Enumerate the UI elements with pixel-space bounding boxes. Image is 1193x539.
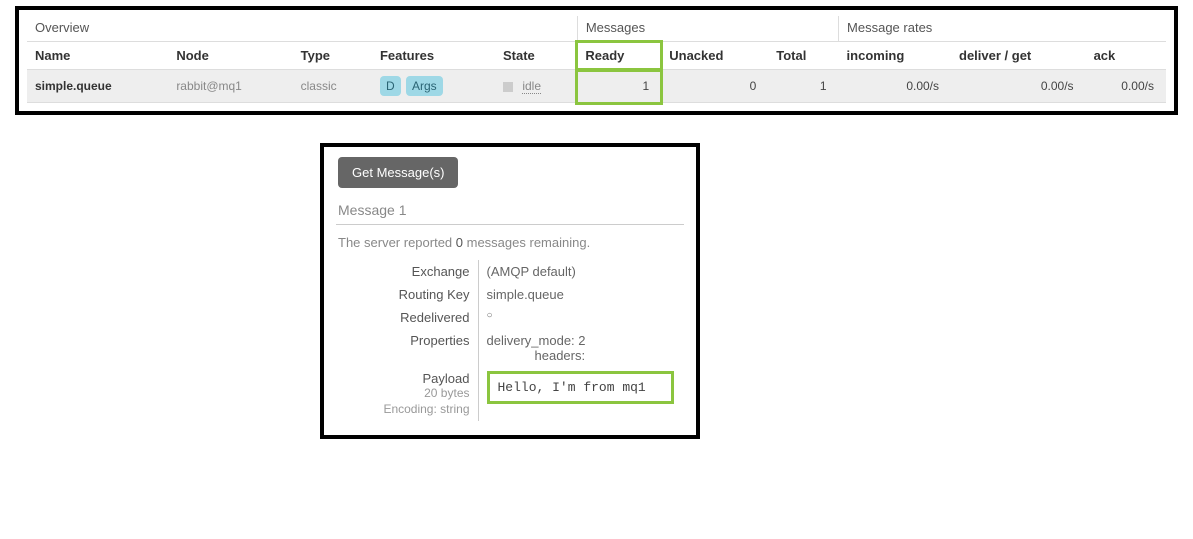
col-type[interactable]: Type [293, 42, 372, 70]
message-details: Exchange (AMQP default) Routing Key simp… [338, 260, 682, 421]
value-exchange: (AMQP default) [478, 260, 682, 283]
label-redelivered: Redelivered [338, 306, 478, 329]
remaining-count: 0 [456, 235, 463, 250]
message-title: Message 1 [338, 202, 682, 218]
prop-delivery-mode-val: 2 [578, 333, 585, 348]
col-features[interactable]: Features [372, 42, 495, 70]
cell-total: 1 [768, 70, 838, 103]
queues-table-container: +/- Overview Messages Message rates Name… [15, 6, 1178, 115]
cell-features: D Args [372, 70, 495, 103]
message-panel: Get Message(s) Message 1 The server repo… [320, 143, 700, 439]
divider [336, 224, 684, 225]
col-incoming[interactable]: incoming [839, 42, 951, 70]
prop-delivery-mode-key: delivery_mode: [487, 333, 575, 348]
col-unacked[interactable]: Unacked [661, 42, 768, 70]
payload-encoding: Encoding: string [383, 402, 469, 416]
cell-ready: 1 [577, 70, 661, 103]
col-node[interactable]: Node [168, 42, 292, 70]
cell-node: rabbit@mq1 [168, 70, 292, 103]
cell-unacked: 0 [661, 70, 768, 103]
state-indicator-icon [503, 82, 513, 92]
value-routing-key: simple.queue [478, 283, 682, 306]
prop-headers: headers: [535, 348, 586, 363]
cell-name[interactable]: simple.queue [27, 70, 168, 103]
remaining-post: messages remaining. [463, 235, 590, 250]
cell-ack: 0.00/s [1086, 70, 1166, 103]
feature-args-badge: Args [406, 76, 443, 96]
label-properties: Properties [338, 329, 478, 367]
payload-content: Hello, I'm from mq1 [487, 371, 675, 404]
feature-durable-badge: D [380, 76, 401, 96]
value-redelivered: ○ [478, 306, 682, 329]
queue-row[interactable]: simple.queue rabbit@mq1 classic D Args i… [27, 70, 1166, 103]
col-ready[interactable]: Ready [577, 42, 661, 70]
remaining-text: The server reported 0 messages remaining… [338, 235, 682, 250]
value-properties: delivery_mode: 2 headers: [478, 329, 682, 367]
group-messages: Messages [577, 16, 838, 42]
cell-deliver: 0.00/s [951, 70, 1086, 103]
col-name[interactable]: Name [27, 42, 168, 70]
get-messages-button[interactable]: Get Message(s) [338, 157, 458, 188]
label-routing-key: Routing Key [338, 283, 478, 306]
group-overview: Overview [27, 16, 577, 42]
col-total[interactable]: Total [768, 42, 838, 70]
col-deliver[interactable]: deliver / get [951, 42, 1086, 70]
label-exchange: Exchange [338, 260, 478, 283]
col-ack[interactable]: ack [1086, 42, 1166, 70]
remaining-pre: The server reported [338, 235, 456, 250]
cell-state: idle [495, 70, 577, 103]
label-payload: Payload [346, 371, 470, 386]
queues-table: Overview Messages Message rates Name Nod… [27, 16, 1166, 103]
cell-incoming: 0.00/s [839, 70, 951, 103]
state-text: idle [522, 79, 541, 94]
group-rates: Message rates [839, 16, 1166, 42]
cell-type: classic [293, 70, 372, 103]
col-state[interactable]: State [495, 42, 577, 70]
payload-size: 20 bytes [424, 386, 469, 400]
